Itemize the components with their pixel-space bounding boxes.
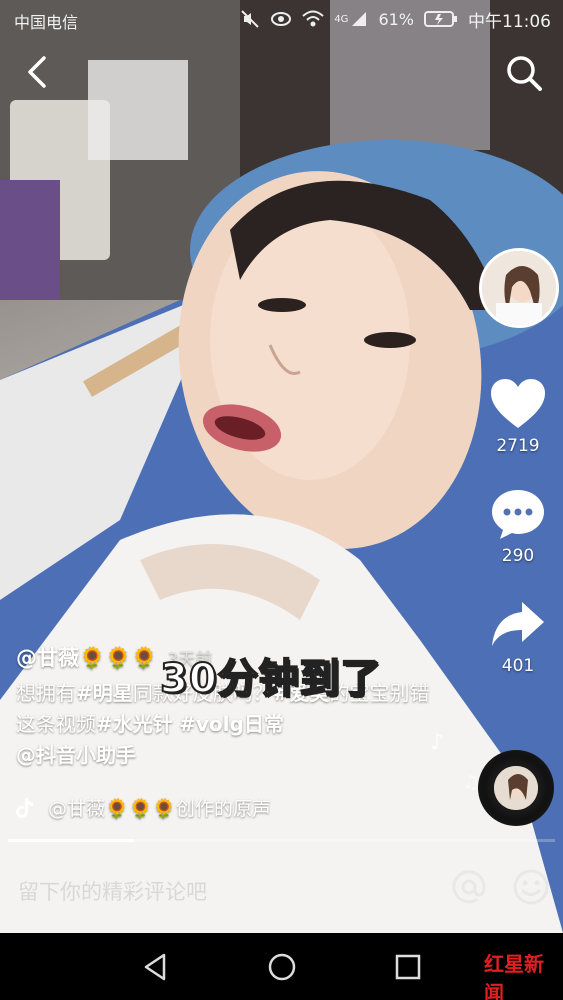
tiktok-note-icon	[16, 797, 33, 818]
system-recents-button[interactable]	[392, 951, 424, 983]
heart-icon	[491, 379, 545, 428]
hashtag-link[interactable]: #水光针	[96, 712, 173, 736]
battery-icon	[424, 10, 458, 28]
music-info[interactable]: @甘薇🌻🌻🌻创作的原声	[16, 794, 271, 821]
circle-home-icon	[268, 953, 296, 981]
comment-count: 290	[501, 546, 535, 566]
smiley-icon	[513, 869, 549, 905]
at-sign-icon	[452, 870, 486, 904]
system-home-button[interactable]	[266, 951, 298, 983]
like-button[interactable]: 2719	[473, 378, 563, 456]
mention-button[interactable]	[448, 866, 490, 908]
speech-bubble-icon	[492, 490, 544, 539]
share-count: 401	[501, 656, 535, 676]
news-watermark: 红星新闻	[484, 948, 563, 1000]
battery-percent: 61%	[378, 9, 414, 29]
carrier-name: 中国电信	[14, 13, 79, 32]
chevron-left-icon	[28, 56, 46, 88]
network-type: 4G	[334, 13, 349, 25]
comment-button[interactable]: 290	[473, 488, 563, 566]
music-title: @甘薇🌻🌻🌻创作的原声	[48, 798, 271, 820]
hashtag-link[interactable]: #明星	[76, 681, 133, 705]
author-avatar[interactable]	[479, 248, 559, 328]
like-count: 2719	[496, 436, 540, 456]
wifi-icon	[302, 10, 324, 28]
music-cover	[494, 766, 538, 810]
hashtag-link[interactable]: #volg日常	[179, 712, 284, 736]
square-recents-icon	[395, 954, 421, 980]
video-progress-bar[interactable]	[8, 839, 555, 842]
eye-comfort-icon	[270, 11, 292, 27]
mention-link[interactable]: @抖音小助手	[16, 743, 136, 767]
music-note-icon: ♫	[463, 772, 480, 793]
emoji-button[interactable]	[510, 866, 552, 908]
share-arrow-icon	[492, 602, 544, 646]
comment-placeholder: 留下你的精彩评论吧	[18, 880, 207, 904]
watermark-brand: 红星新闻	[484, 952, 544, 1000]
desc-text: 想拥有	[16, 681, 76, 705]
share-button[interactable]: 401	[473, 598, 563, 676]
author-name[interactable]: @甘薇🌻🌻🌻	[16, 642, 157, 672]
system-back-button[interactable]	[140, 951, 172, 983]
system-nav-bar	[0, 933, 563, 1000]
music-disc[interactable]	[478, 750, 554, 826]
mute-icon	[240, 9, 260, 29]
video-progress-fill	[8, 839, 134, 842]
triangle-back-icon	[144, 953, 166, 981]
signal-icon: 4G	[334, 10, 368, 28]
back-button[interactable]	[18, 52, 58, 92]
video-sticker-text: 30分钟到了	[159, 655, 382, 703]
